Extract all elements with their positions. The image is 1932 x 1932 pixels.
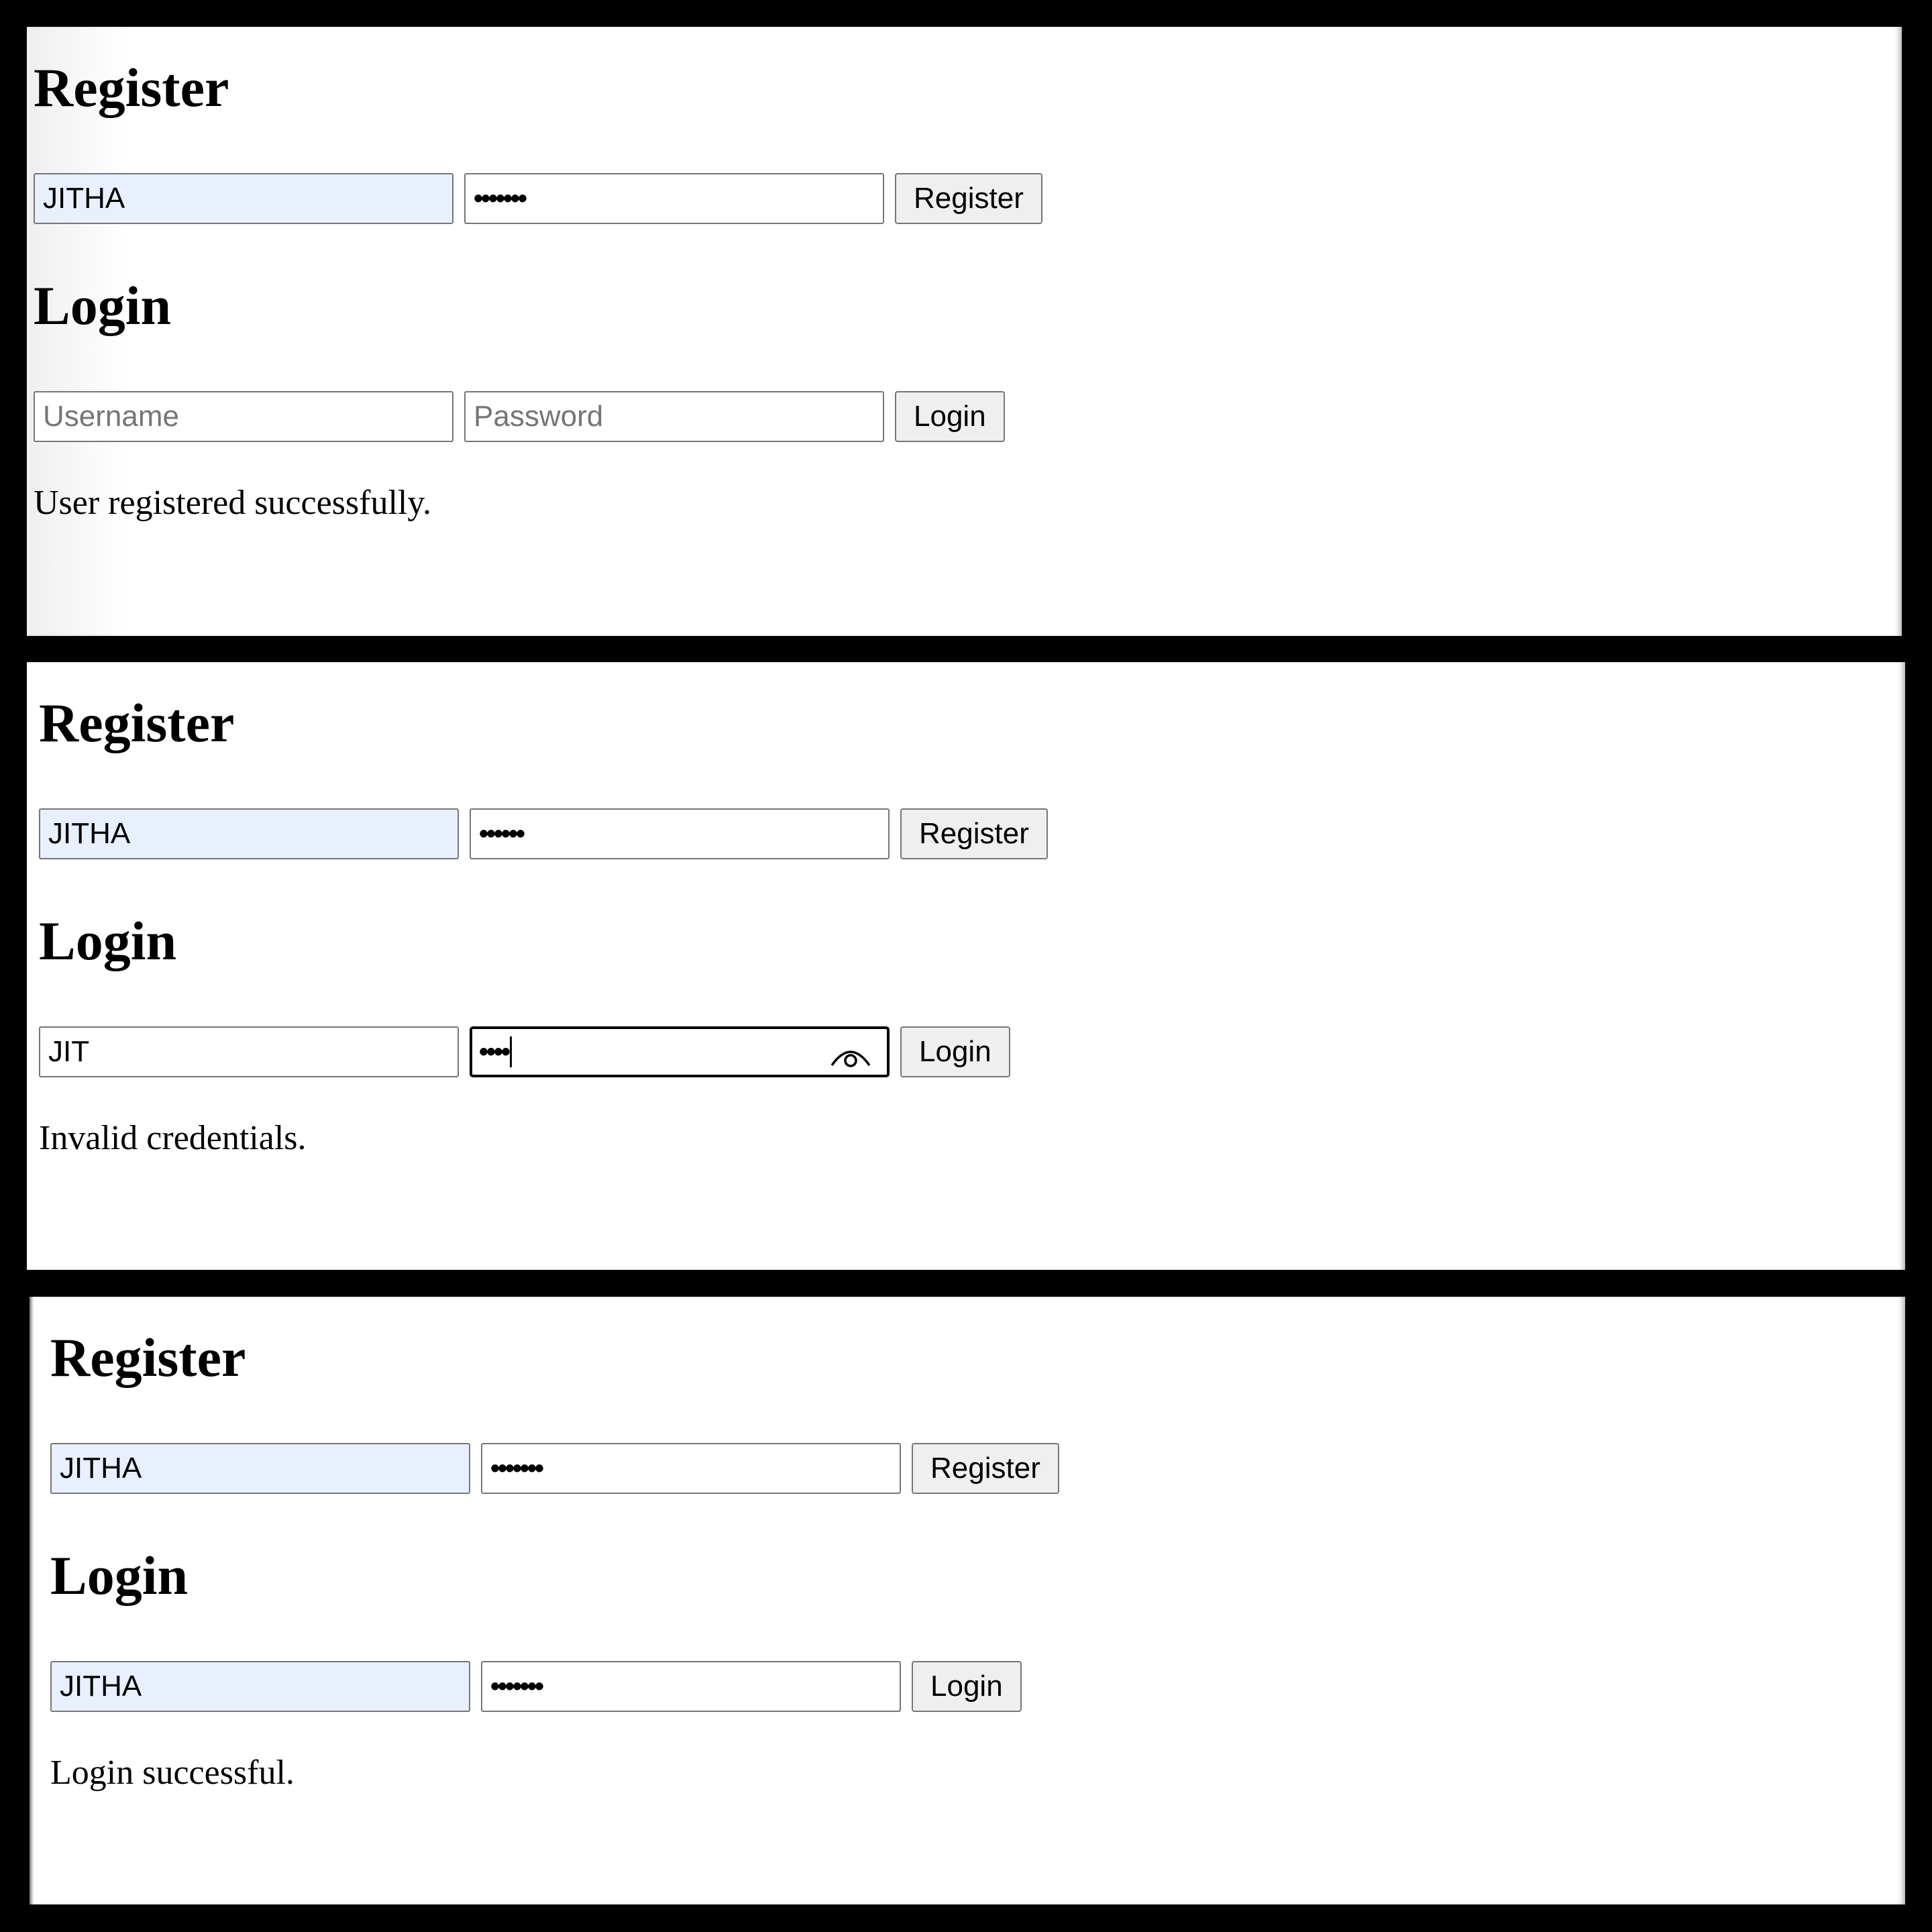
password-mask: •••••••	[474, 183, 527, 213]
login-heading: Login	[50, 1545, 189, 1606]
password-placeholder: Password	[474, 400, 604, 433]
login-username-input[interactable]: JIT	[39, 1026, 459, 1077]
text-caret	[510, 1036, 513, 1067]
screenshot-panel-2: Register JITHA •••••• Register Login JIT…	[27, 662, 1905, 1270]
register-heading: Register	[50, 1327, 246, 1388]
password-mask: ••••••	[479, 818, 525, 849]
username-value: JIT	[48, 1035, 90, 1068]
username-value: JITHA	[48, 817, 131, 850]
register-password-input[interactable]: ••••••	[470, 808, 890, 859]
login-password-input[interactable]: •••••••	[481, 1661, 901, 1712]
register-form: JITHA ••••••• Register	[50, 1443, 1059, 1494]
register-password-input[interactable]: •••••••	[464, 173, 884, 224]
screenshot-panel-1: Register JITHA ••••••• Register Login Us…	[27, 27, 1902, 636]
status-message: User registered successfully.	[34, 484, 431, 522]
username-value: JITHA	[43, 182, 125, 215]
register-button[interactable]: Register	[895, 173, 1042, 224]
login-button[interactable]: Login	[895, 391, 1005, 442]
login-heading: Login	[39, 910, 177, 971]
login-username-input[interactable]: Username	[34, 391, 453, 442]
password-mask: ••••	[479, 1036, 511, 1067]
register-button[interactable]: Register	[900, 808, 1048, 859]
login-heading: Login	[34, 275, 172, 336]
login-form: JIT •••• Login	[39, 1026, 1010, 1077]
username-value: JITHA	[60, 1452, 142, 1485]
login-password-input[interactable]: Password	[464, 391, 884, 442]
login-username-input[interactable]: JITHA	[50, 1661, 470, 1712]
register-form: JITHA ••••••• Register	[34, 173, 1042, 224]
login-form: Username Password Login	[34, 391, 1005, 442]
register-button[interactable]: Register	[912, 1443, 1059, 1494]
register-username-input[interactable]: JITHA	[50, 1443, 470, 1494]
status-message: Login successful.	[50, 1754, 294, 1792]
password-mask: •••••••	[490, 1671, 544, 1701]
register-password-input[interactable]: •••••••	[481, 1443, 901, 1494]
register-form: JITHA •••••• Register	[39, 808, 1048, 859]
register-heading: Register	[34, 57, 229, 118]
screenshot-panel-3: Register JITHA ••••••• Register Login JI…	[30, 1297, 1905, 1904]
login-form: JITHA ••••••• Login	[50, 1661, 1022, 1712]
status-message: Invalid credentials.	[39, 1119, 307, 1157]
eye-icon[interactable]	[829, 1038, 872, 1069]
login-button[interactable]: Login	[900, 1026, 1010, 1077]
username-value: JITHA	[60, 1670, 142, 1703]
register-username-input[interactable]: JITHA	[39, 808, 459, 859]
login-password-input[interactable]: ••••	[470, 1026, 890, 1077]
login-button[interactable]: Login	[912, 1661, 1022, 1712]
register-heading: Register	[39, 692, 235, 753]
register-username-input[interactable]: JITHA	[34, 173, 453, 224]
password-mask: •••••••	[490, 1453, 544, 1483]
username-placeholder: Username	[43, 400, 179, 433]
